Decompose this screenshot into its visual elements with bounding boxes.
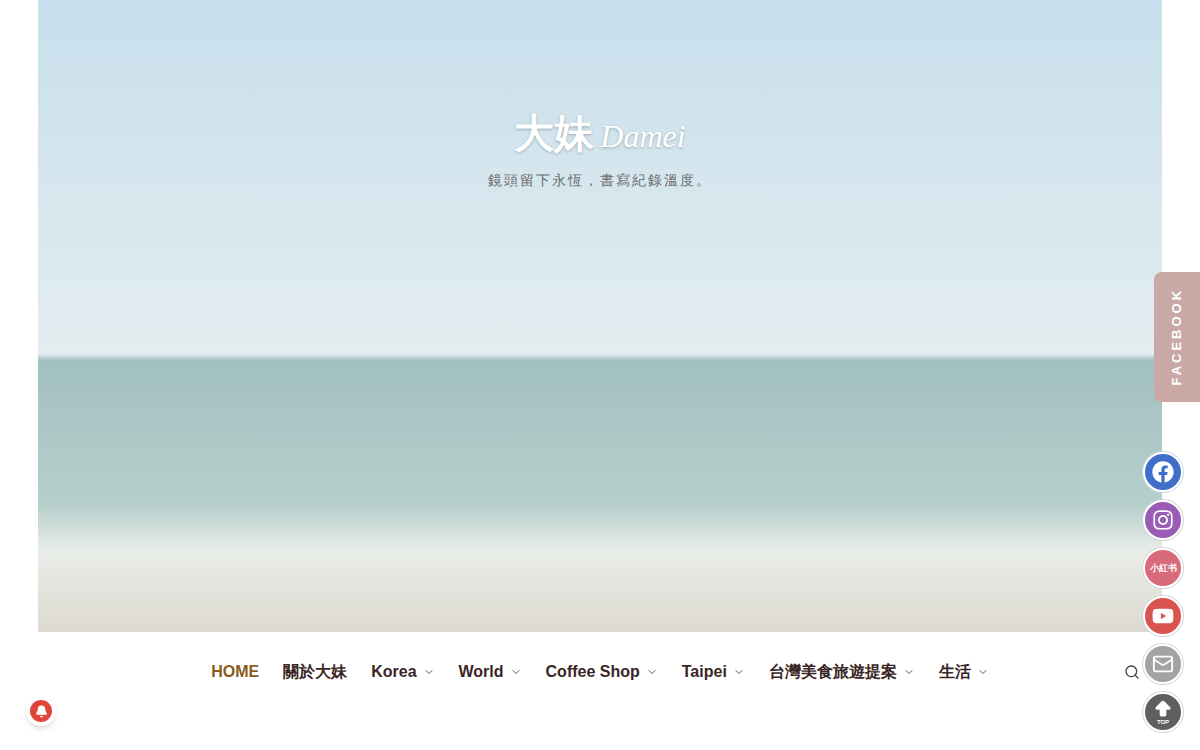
nav-item[interactable]: 台灣美食旅遊提案 xyxy=(769,660,915,684)
hero-photo: 大妹Damei 鏡頭留下永恆，書寫紀錄溫度。 xyxy=(38,0,1162,632)
site-tagline: 鏡頭留下永恆，書寫紀錄溫度。 xyxy=(488,170,712,191)
chevron-down-icon xyxy=(977,666,989,678)
xiaohongshu-icon: 小紅书 xyxy=(1150,564,1177,573)
social-button[interactable] xyxy=(1143,644,1183,684)
instagram-icon xyxy=(1152,509,1174,531)
social-button[interactable] xyxy=(1143,596,1183,636)
nav-item[interactable]: Korea xyxy=(371,660,434,684)
bell-icon xyxy=(35,705,48,718)
facebook-tab[interactable]: FACEBOOK xyxy=(1154,272,1200,402)
nav-item[interactable]: World xyxy=(459,660,522,684)
top-icon: TOP xyxy=(1153,699,1173,725)
page: 大妹Damei 鏡頭留下永恆，書寫紀錄溫度。 HOME 關於大妹 Korea World C… xyxy=(0,0,1200,750)
social-button[interactable]: 小紅书 xyxy=(1143,548,1183,588)
nav-item[interactable]: 關於大妹 xyxy=(283,660,347,684)
chevron-down-icon xyxy=(733,666,745,678)
chevron-down-icon xyxy=(903,666,915,678)
chevron-down-icon xyxy=(646,666,658,678)
search-icon[interactable] xyxy=(1124,664,1140,680)
nav-item[interactable]: 生活 xyxy=(939,660,989,684)
chevron-down-icon xyxy=(423,666,435,678)
mail-icon xyxy=(1152,653,1174,675)
youtube-icon xyxy=(1152,605,1174,627)
main-nav: HOME 關於大妹 Korea World Coffee Shop Taipei 台灣美食旅… xyxy=(38,660,1162,684)
nav-item[interactable]: Coffee Shop xyxy=(546,660,658,684)
header: 大妹Damei 鏡頭留下永恆，書寫紀錄溫度。 HOME 關於大妹 Korea World C… xyxy=(0,0,1200,684)
notification-bell[interactable] xyxy=(26,696,56,726)
social-button[interactable] xyxy=(1143,452,1183,492)
site-logo[interactable]: 大妹Damei xyxy=(514,104,685,164)
social-bar: 小紅书 TOP xyxy=(1143,452,1183,732)
nav-item[interactable]: Taipei xyxy=(682,660,745,684)
nav-item[interactable]: HOME xyxy=(211,660,259,684)
social-button[interactable]: TOP xyxy=(1143,692,1183,732)
facebook-icon xyxy=(1152,461,1174,483)
chevron-down-icon xyxy=(510,666,522,678)
social-button[interactable] xyxy=(1143,500,1183,540)
